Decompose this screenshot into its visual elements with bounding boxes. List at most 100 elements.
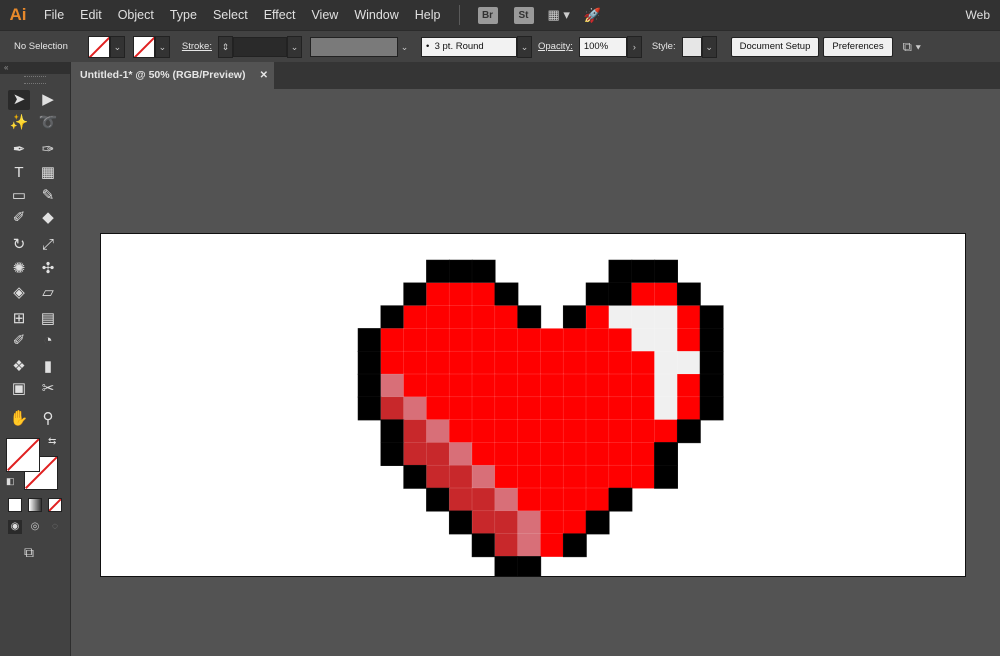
bridge-button[interactable]: Br — [477, 6, 498, 24]
type-tool[interactable]: T — [8, 163, 30, 183]
artboard[interactable] — [100, 233, 966, 577]
direct-selection-tool[interactable]: ▶ — [37, 90, 59, 110]
mesh-tool[interactable]: ⊞ — [8, 309, 30, 329]
perspective-grid-tool[interactable]: ▱ — [37, 283, 59, 303]
heart-pixel — [448, 259, 473, 284]
heart-pixel — [426, 259, 450, 284]
opacity-label[interactable]: Opacity: — [538, 41, 573, 52]
brush-dropdown[interactable]: ⌄ — [516, 35, 532, 58]
fill-box[interactable] — [6, 438, 40, 472]
heart-pixel — [471, 533, 496, 558]
scale-tool[interactable]: ⤢ — [37, 235, 59, 255]
menu-object[interactable]: Object — [110, 0, 162, 30]
fill-swatch[interactable] — [87, 35, 110, 58]
pen-tool[interactable]: ✒ — [8, 140, 30, 160]
selection-tool[interactable]: ➤ — [8, 90, 30, 110]
pixel-heart-artwork[interactable] — [101, 234, 965, 576]
workspace-switcher[interactable]: Web — [966, 8, 990, 22]
slice-tool[interactable]: ✂ — [37, 379, 59, 399]
style-dropdown[interactable]: ⌄ — [701, 35, 717, 58]
heart-pixel — [448, 328, 473, 352]
none-mode-button[interactable] — [48, 498, 62, 512]
heart-pixel — [654, 282, 678, 307]
stroke-label[interactable]: Stroke: — [182, 41, 212, 52]
gradient-mode-button[interactable] — [28, 498, 42, 512]
color-mode-button[interactable] — [8, 498, 22, 512]
free-transform-tool[interactable]: ✣ — [37, 259, 59, 279]
menu-type[interactable]: Type — [162, 0, 205, 30]
swap-fill-stroke-icon[interactable]: ⇆ — [48, 436, 56, 447]
stroke-swatch[interactable] — [132, 35, 155, 58]
menu-select[interactable]: Select — [205, 0, 256, 30]
preferences-button[interactable]: Preferences — [823, 36, 893, 57]
heart-pixel — [380, 350, 405, 375]
lasso-tool[interactable]: ➰ — [37, 113, 59, 133]
heart-pixel — [471, 328, 496, 352]
tools-panel-header[interactable]: « — [0, 62, 70, 74]
heart-pixel — [426, 464, 450, 489]
tools-panel-grip[interactable] — [24, 76, 46, 84]
symbol-sprayer-tool[interactable]: ❖ — [8, 357, 30, 377]
screen-mode-icon[interactable]: ⧉ — [24, 544, 34, 561]
draw-inside-icon[interactable]: ◌ — [48, 520, 62, 534]
hand-tool[interactable]: ✋ — [8, 409, 30, 429]
variable-width-profile[interactable] — [309, 36, 398, 57]
heart-pixel — [540, 396, 564, 421]
menu-effect[interactable]: Effect — [256, 0, 304, 30]
artboard-tool[interactable]: ▣ — [8, 379, 30, 399]
menu-edit[interactable]: Edit — [72, 0, 110, 30]
draw-normal-icon[interactable]: ◉ — [8, 520, 22, 534]
menu-help[interactable]: Help — [407, 0, 449, 30]
profile-dropdown[interactable]: ⌄ — [397, 36, 411, 57]
zoom-tool[interactable]: ⚲ — [37, 409, 59, 429]
style-swatch[interactable] — [681, 36, 702, 57]
heart-pixel — [494, 282, 519, 307]
heart-pixel — [494, 396, 519, 421]
menu-file[interactable]: File — [36, 0, 72, 30]
fill-stroke-swatches[interactable]: ⇆ ◧ — [6, 436, 62, 490]
stroke-weight-stepper[interactable]: ⇕ — [217, 35, 233, 58]
heart-pixel — [540, 464, 564, 489]
heart-pixel — [471, 442, 496, 466]
blend-tool[interactable]: ◔ — [37, 331, 59, 351]
opacity-arrow[interactable]: › — [626, 35, 642, 58]
brush-definition[interactable]: • 3 pt. Round — [420, 36, 517, 57]
rectangle-tool[interactable]: ▭ — [8, 186, 30, 206]
line-tool[interactable]: ▦ — [37, 163, 59, 183]
opacity-input[interactable]: 100% — [578, 36, 627, 57]
shape-builder-tool[interactable]: ◈ — [8, 283, 30, 303]
heart-pixel — [426, 282, 450, 307]
gpu-performance-icon[interactable]: 🚀 — [584, 7, 601, 24]
document-tab[interactable]: Untitled-1* @ 50% (RGB/Preview) ✕ — [72, 62, 274, 89]
heart-pixel — [654, 350, 678, 375]
rotate-tool[interactable]: ↻ — [8, 235, 30, 255]
eraser-tool[interactable]: ◆ — [37, 208, 59, 228]
fill-dropdown[interactable]: ⌄ — [109, 35, 125, 58]
stroke-weight-input[interactable] — [232, 36, 287, 57]
default-fill-stroke-icon[interactable]: ◧ — [6, 476, 15, 487]
close-icon[interactable]: ✕ — [260, 62, 268, 89]
heart-pixel — [403, 464, 428, 489]
heart-pixel — [426, 373, 450, 398]
magic-wand-tool[interactable]: ✨ — [8, 113, 30, 133]
column-graph-tool[interactable]: ▮ — [37, 357, 59, 377]
heart-pixel — [517, 510, 542, 535]
shaper-tool[interactable]: ✐ — [8, 208, 30, 228]
warp-tool[interactable]: ✺ — [8, 259, 30, 279]
stock-button[interactable]: St — [513, 6, 534, 24]
arrange-documents-icon[interactable]: ▦ ▾ — [548, 7, 570, 23]
stroke-dropdown[interactable]: ⌄ — [154, 35, 170, 58]
menu-view[interactable]: View — [303, 0, 346, 30]
eyedropper-tool[interactable]: ✐ — [8, 331, 30, 351]
menu-window[interactable]: Window — [346, 0, 406, 30]
paintbrush-tool[interactable]: ✎ — [37, 186, 59, 206]
stroke-weight-dropdown[interactable]: ⌄ — [286, 35, 302, 58]
draw-behind-icon[interactable]: ◎ — [28, 520, 42, 534]
color-mode-row — [8, 498, 62, 512]
curvature-tool[interactable]: ✑ — [37, 140, 59, 160]
heart-pixel — [403, 350, 428, 375]
document-setup-button[interactable]: Document Setup — [730, 36, 820, 57]
heart-pixel — [380, 328, 405, 352]
gradient-tool[interactable]: ▤ — [37, 309, 59, 329]
arrange-icon[interactable]: ⧉ ▾ — [903, 39, 921, 55]
